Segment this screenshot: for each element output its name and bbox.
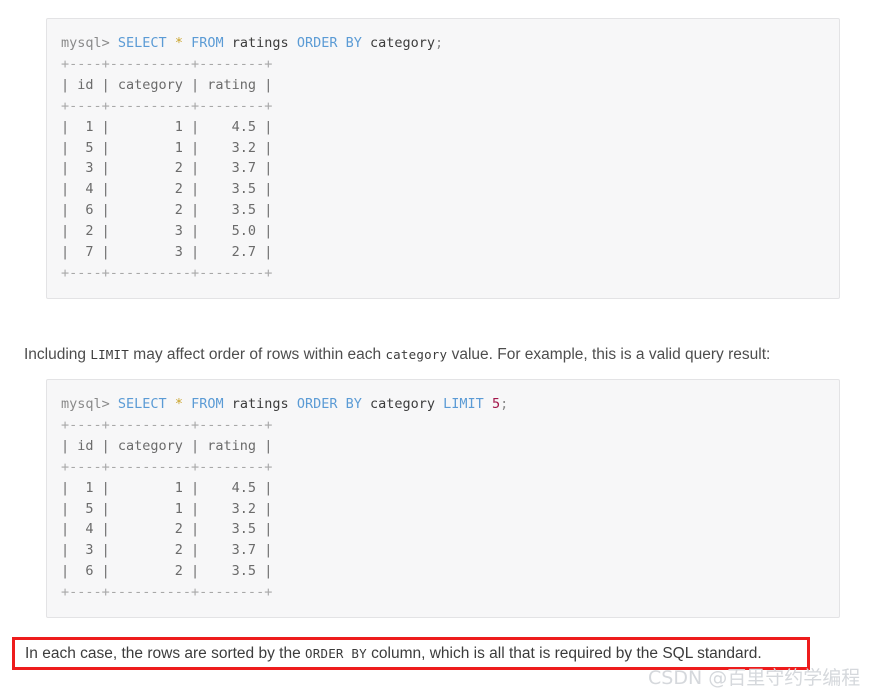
table-row: | 4 | 2 | 3.5 | xyxy=(61,181,273,198)
table-row: | 2 | 3 | 5.0 | xyxy=(61,223,273,240)
inline-code-order-by: ORDER BY xyxy=(305,646,367,661)
inline-code-limit: LIMIT xyxy=(90,346,129,362)
csdn-watermark: CSDN @百里守约学编程 xyxy=(648,667,861,689)
table-rule-top: +----+----------+--------+ xyxy=(61,416,273,433)
table-rule-bottom: +----+----------+--------+ xyxy=(61,584,273,601)
sql-terminator: ; xyxy=(435,35,444,51)
table-header-row: | id | category | rating | xyxy=(61,76,273,93)
sql-column-name: category xyxy=(370,396,436,412)
sql-terminator: ; xyxy=(500,396,509,412)
sql-star: * xyxy=(174,35,183,51)
table-row: | 6 | 2 | 3.5 | xyxy=(61,563,273,580)
table-header-row: | id | category | rating | xyxy=(61,437,273,454)
sql-limit-value: 5 xyxy=(491,396,501,412)
table-row: | 1 | 1 | 4.5 | xyxy=(61,118,273,135)
table-row: | 5 | 1 | 3.2 | xyxy=(61,139,273,156)
sql-keyword-order-by: ORDER BY xyxy=(296,35,362,51)
sql-keyword-select: SELECT xyxy=(117,35,167,51)
paragraph-text-part-3: value. For example, this is a valid quer… xyxy=(447,345,771,363)
sql-column-name: category xyxy=(370,35,436,51)
table-rule-header: +----+----------+--------+ xyxy=(61,458,273,475)
highlight-text-part-2: column, which is all that is required by… xyxy=(366,645,762,662)
sql-keyword-select: SELECT xyxy=(117,396,167,412)
sql-keyword-from: FROM xyxy=(191,35,224,51)
table-row: | 6 | 2 | 3.5 | xyxy=(61,202,273,219)
sql-table-name: ratings xyxy=(231,35,289,51)
table-rule-top: +----+----------+--------+ xyxy=(61,55,273,72)
paragraph-limit-note: Including LIMIT may affect order of rows… xyxy=(24,344,844,366)
sql-keyword-from: FROM xyxy=(191,396,224,412)
table-rule-bottom: +----+----------+--------+ xyxy=(61,264,273,281)
mysql-prompt: mysql> xyxy=(61,35,110,51)
table-row: | 1 | 1 | 4.5 | xyxy=(61,479,273,496)
highlight-text-part-1: In each case, the rows are sorted by the xyxy=(25,645,306,662)
paragraph-text-part-1: Including xyxy=(24,345,91,363)
code-content: mysql> SELECT * FROM ratings ORDER BY ca… xyxy=(61,394,839,603)
code-block-first-query: mysql> SELECT * FROM ratings ORDER BY ca… xyxy=(46,18,840,299)
table-row: | 5 | 1 | 3.2 | xyxy=(61,500,273,517)
sql-table-name: ratings xyxy=(231,396,289,412)
highlight-text: In each case, the rows are sorted by the… xyxy=(25,644,762,664)
sql-keyword-order-by: ORDER BY xyxy=(296,396,362,412)
sql-keyword-limit: LIMIT xyxy=(443,396,484,412)
inline-code-category: category xyxy=(385,346,448,362)
table-row: | 7 | 3 | 2.7 | xyxy=(61,244,273,261)
sql-star: * xyxy=(174,396,183,412)
code-block-second-query: mysql> SELECT * FROM ratings ORDER BY ca… xyxy=(46,379,840,619)
table-rule-header: +----+----------+--------+ xyxy=(61,97,273,114)
table-row: | 4 | 2 | 3.5 | xyxy=(61,521,273,538)
paragraph-text-part-2: may affect order of rows within each xyxy=(129,345,386,363)
mysql-prompt: mysql> xyxy=(61,396,110,412)
code-content: mysql> SELECT * FROM ratings ORDER BY ca… xyxy=(61,33,839,284)
table-row: | 3 | 2 | 3.7 | xyxy=(61,160,273,177)
table-row: | 3 | 2 | 3.7 | xyxy=(61,542,273,559)
